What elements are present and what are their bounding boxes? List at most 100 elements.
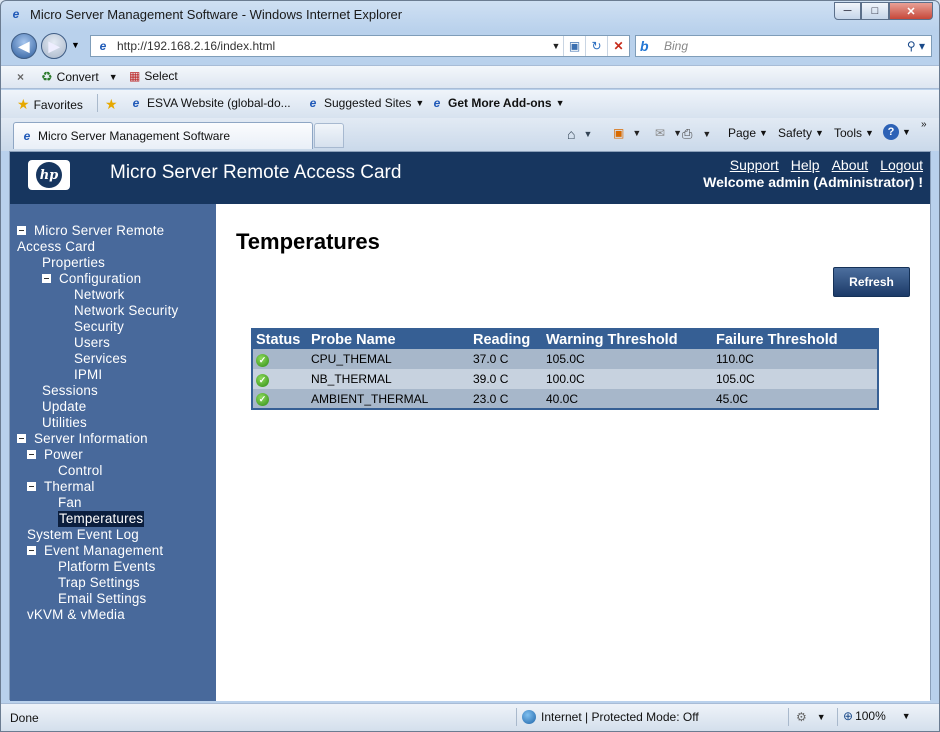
forward-button[interactable]: ▶ bbox=[41, 33, 67, 59]
fav-item-suggested-sites[interactable]: e Suggested Sites ▼ bbox=[306, 96, 425, 110]
sidebar-item-fan[interactable]: Fan bbox=[58, 495, 82, 511]
close-toolbar-icon[interactable]: × bbox=[17, 70, 24, 84]
logout-link[interactable]: Logout bbox=[880, 157, 923, 173]
column-header-probe-name[interactable]: Probe Name bbox=[308, 329, 470, 349]
popup-blocker-icon[interactable]: ⚙ ▼ bbox=[796, 710, 826, 724]
collapse-icon[interactable] bbox=[17, 434, 26, 443]
sidebar-item-trap-settings[interactable]: Trap Settings bbox=[58, 575, 140, 591]
column-header-failure-threshold[interactable]: Failure Threshold bbox=[713, 329, 878, 349]
minimize-button[interactable]: ─ bbox=[834, 2, 861, 20]
sidebar-item-update[interactable]: Update bbox=[42, 399, 86, 415]
refresh-icon[interactable]: ↻ bbox=[585, 36, 607, 56]
chevron-down-icon: ▼ bbox=[815, 128, 824, 138]
sidebar-item-security[interactable]: Security bbox=[74, 319, 124, 335]
chevron-down-icon: ▼ bbox=[902, 127, 911, 137]
sidebar-item-control[interactable]: Control bbox=[58, 463, 103, 479]
compatibility-view-icon[interactable]: ▣ bbox=[563, 36, 585, 56]
browser-window: e Micro Server Management Software - Win… bbox=[0, 0, 940, 732]
stop-icon[interactable]: ✕ bbox=[607, 36, 629, 56]
convert-button[interactable]: ♻ Convert ▼ bbox=[41, 69, 118, 85]
tree-root-label: Micro Server Remote bbox=[34, 223, 165, 238]
ie-icon: e bbox=[433, 96, 441, 110]
tab-bar: e Micro Server Management Software ⌂ ▼ ▣… bbox=[1, 118, 939, 151]
sidebar-item-label: Configuration bbox=[59, 271, 142, 286]
sidebar-item-utilities[interactable]: Utilities bbox=[42, 415, 87, 431]
probe-name: CPU_THEMAL bbox=[308, 349, 470, 369]
print-icon[interactable]: ⎙ ▼ bbox=[682, 126, 711, 142]
zoom-level: 100% bbox=[855, 709, 886, 723]
window-title: Micro Server Management Software - Windo… bbox=[30, 7, 403, 22]
help-link[interactable]: Help bbox=[791, 157, 820, 173]
mail-icon[interactable]: ✉ ▼ bbox=[655, 126, 682, 140]
refresh-button[interactable]: Refresh bbox=[833, 267, 910, 297]
chevron-down-icon: ▼ bbox=[901, 711, 911, 721]
sidebar-item-services[interactable]: Services bbox=[74, 351, 127, 367]
maximize-button[interactable]: □ bbox=[861, 2, 889, 20]
page-menu[interactable]: Page ▼ bbox=[728, 126, 768, 140]
convert-icon: ♻ bbox=[41, 69, 53, 84]
security-zone[interactable]: Internet | Protected Mode: Off bbox=[522, 710, 699, 724]
title-bar: e Micro Server Management Software - Win… bbox=[1, 1, 939, 29]
sidebar-item-system-event-log[interactable]: System Event Log bbox=[27, 527, 139, 543]
fav-item-esva[interactable]: e ESVA Website (global-do... bbox=[129, 96, 291, 110]
zoom-control[interactable]: ⊕ 100% ▼ bbox=[843, 709, 911, 723]
sidebar-item-ipmi[interactable]: IPMI bbox=[74, 367, 102, 383]
back-button[interactable]: ◀ bbox=[11, 33, 37, 59]
search-icon[interactable]: ⚲ ▾ bbox=[901, 39, 931, 53]
collapse-icon[interactable] bbox=[17, 226, 26, 235]
search-box[interactable]: b Bing ⚲ ▾ bbox=[635, 35, 932, 57]
recent-pages-dropdown[interactable]: ▼ bbox=[71, 40, 80, 50]
sidebar-item-platform-events[interactable]: Platform Events bbox=[58, 559, 156, 575]
status-ok-icon: ✓ bbox=[256, 353, 269, 367]
select-button[interactable]: ▦ Select bbox=[129, 69, 178, 83]
navigation-bar: ◀ ▶ ▼ e http://192.168.2.16/index.html ▼… bbox=[1, 31, 939, 63]
column-header-reading[interactable]: Reading bbox=[470, 329, 543, 349]
safety-menu[interactable]: Safety ▼ bbox=[778, 126, 824, 140]
safety-menu-label: Safety bbox=[778, 126, 813, 140]
address-bar[interactable]: e http://192.168.2.16/index.html ▼ ▣ ↻ ✕ bbox=[90, 35, 630, 57]
column-header-status[interactable]: Status bbox=[252, 329, 308, 349]
sidebar-item-event-management[interactable]: Event Management bbox=[27, 543, 163, 559]
close-button[interactable]: ✕ bbox=[889, 2, 933, 20]
fav-item-add-ons[interactable]: e Get More Add-ons ▼ bbox=[430, 96, 565, 110]
support-link[interactable]: Support bbox=[730, 157, 779, 173]
feeds-icon[interactable]: ▣ ▼ bbox=[613, 126, 641, 140]
collapse-icon[interactable] bbox=[42, 274, 51, 283]
address-url[interactable]: http://192.168.2.16/index.html bbox=[117, 39, 549, 53]
sidebar-item-network[interactable]: Network bbox=[74, 287, 125, 303]
tools-menu[interactable]: Tools ▼ bbox=[834, 126, 874, 140]
sidebar-item-properties[interactable]: Properties bbox=[42, 255, 105, 271]
sidebar-item-email-settings[interactable]: Email Settings bbox=[58, 591, 146, 607]
sidebar-item-temperatures[interactable]: Temperatures bbox=[58, 511, 145, 527]
sidebar-item-sessions[interactable]: Sessions bbox=[42, 383, 98, 399]
fav-item-label: Get More Add-ons bbox=[448, 96, 552, 110]
collapse-icon[interactable] bbox=[27, 482, 36, 491]
sidebar-item-server-information[interactable]: Server Information bbox=[17, 431, 148, 447]
sidebar-item-network-security[interactable]: Network Security bbox=[74, 303, 178, 319]
help-menu[interactable]: ? ▼ bbox=[883, 124, 911, 140]
collapse-icon[interactable] bbox=[27, 546, 36, 555]
fav-item-label: Suggested Sites bbox=[324, 96, 412, 110]
home-icon[interactable]: ⌂ ▼ bbox=[567, 126, 592, 142]
new-tab-button[interactable] bbox=[314, 123, 344, 148]
sidebar-item-vkvm[interactable]: vKVM & vMedia bbox=[27, 607, 125, 623]
chevron-more-icon[interactable]: » bbox=[921, 119, 927, 130]
reading: 39.0 C bbox=[470, 369, 543, 389]
address-dropdown-icon[interactable]: ▼ bbox=[549, 41, 563, 51]
sidebar-tree: Micro Server Remote Access Card Properti… bbox=[10, 204, 216, 701]
collapse-icon[interactable] bbox=[27, 450, 36, 459]
favorites-button[interactable]: ★ Favorites bbox=[17, 96, 83, 113]
sidebar-item-thermal[interactable]: Thermal bbox=[27, 479, 95, 495]
tab-micro-server[interactable]: e Micro Server Management Software bbox=[13, 122, 313, 149]
add-to-favorites-icon[interactable]: ★ bbox=[105, 96, 118, 113]
search-input[interactable]: Bing bbox=[664, 39, 901, 53]
sidebar-item-users[interactable]: Users bbox=[74, 335, 110, 351]
sidebar-item-configuration[interactable]: Configuration bbox=[42, 271, 141, 287]
column-header-warning-threshold[interactable]: Warning Threshold bbox=[543, 329, 713, 349]
sidebar-item-power[interactable]: Power bbox=[27, 447, 83, 463]
failure-threshold: 45.0C bbox=[713, 389, 878, 409]
about-link[interactable]: About bbox=[832, 157, 869, 173]
tree-root-line2[interactable]: Access Card bbox=[17, 239, 95, 255]
table-row: ✓ CPU_THEMAL 37.0 C 105.0C 110.0C bbox=[252, 349, 878, 369]
tree-root[interactable]: Micro Server Remote bbox=[17, 223, 164, 239]
